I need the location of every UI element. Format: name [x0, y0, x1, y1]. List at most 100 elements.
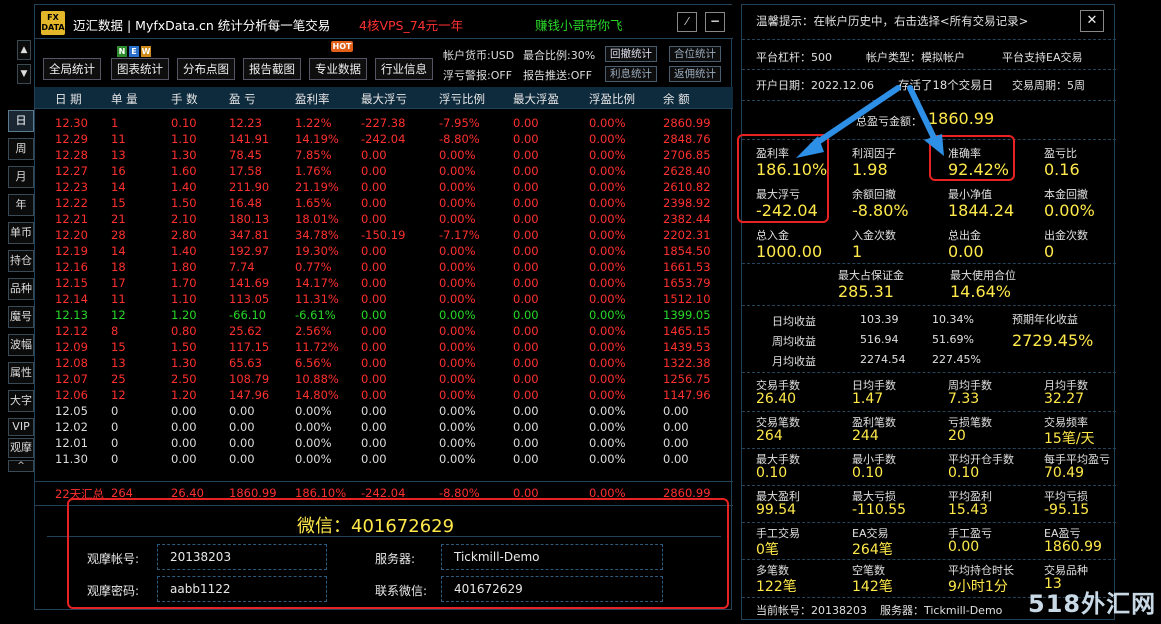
table-cell: 0.00 — [171, 404, 197, 418]
table-cell: 0.00 — [361, 388, 387, 402]
table-cell: 78.45 — [229, 148, 262, 162]
column-header[interactable]: 盈 亏 — [229, 91, 256, 107]
avg-value: 227.45% — [932, 353, 981, 366]
table-cell: 15 — [111, 340, 126, 354]
distribution-chart-button[interactable]: 分布点图 — [177, 58, 235, 80]
sidebar-item-volatility[interactable]: 波幅 — [8, 334, 34, 356]
table-cell: -6.61% — [295, 308, 336, 322]
chart-stats-button[interactable]: 图表统计 — [111, 58, 169, 80]
column-header[interactable]: 最大浮亏 — [361, 91, 407, 107]
position-stats-button[interactable]: 合位统计 — [669, 46, 721, 62]
stat-value: 9小时1分 — [948, 579, 1008, 595]
stat-value: 1.47 — [852, 391, 884, 407]
stat-value: 26.40 — [756, 391, 797, 407]
column-header[interactable]: 单 量 — [111, 91, 138, 107]
global-stats-button[interactable]: 全局统计 — [43, 58, 101, 80]
table-cell: 18.01% — [295, 212, 339, 226]
column-header[interactable]: 浮盈比例 — [589, 91, 635, 107]
column-header[interactable]: 浮亏比例 — [439, 91, 485, 107]
column-header[interactable]: 日 期 — [55, 91, 82, 107]
table-cell: 14.17% — [295, 276, 339, 290]
stat-label: 总出金 — [948, 229, 981, 242]
table-row[interactable]: 12.16 18 1.80 7.74 0.77% 0.00 0.00% 0.00 0.00% 16… — [35, 259, 733, 275]
table-row[interactable]: 12.15 17 1.70 141.69 14.17% 0.00 0.00% 0.00 0.00… — [35, 275, 733, 291]
table-cell: 0.00% — [589, 148, 626, 162]
table-cell: 1512.10 — [663, 292, 711, 306]
table-row[interactable]: 12.05 0 0.00 0.00 0.00% 0.00 0.00% 0.00 0.00% 0.0… — [35, 403, 733, 419]
table-cell: -242.04 — [361, 132, 406, 146]
table-row[interactable]: 12.09 15 1.50 117.15 11.72% 0.00 0.00% 0.00 0.00… — [35, 339, 733, 355]
table-row[interactable]: 12.22 15 1.50 16.48 1.65% 0.00 0.00% 0.00 0.00% 2… — [35, 195, 733, 211]
rebate-stats-button[interactable]: 返佣统计 — [669, 66, 721, 82]
sidebar-item-holdings[interactable]: 持仓 — [8, 250, 34, 272]
table-cell: 1399.05 — [663, 308, 711, 322]
sidebar-item-year[interactable]: 年 — [8, 194, 34, 216]
minimize-icon[interactable]: − — [705, 12, 725, 32]
table-row[interactable]: 12.12 8 0.80 25.62 2.56% 0.00 0.00% 0.00 0.00% 14… — [35, 323, 733, 339]
table-row[interactable]: 12.20 28 2.80 347.81 34.78% -150.19 -7.17% 0.00… — [35, 227, 733, 243]
close-icon[interactable]: ✕ — [1080, 10, 1104, 32]
table-cell: 8 — [111, 324, 119, 338]
table-row[interactable]: 12.29 11 1.10 141.91 14.19% -242.04 -8.80% 0.00… — [35, 131, 733, 147]
table-row[interactable]: 12.08 13 1.30 65.63 6.56% 0.00 0.00% 0.00 0.00% 1… — [35, 355, 733, 371]
table-row[interactable]: 12.30 1 0.10 12.23 1.22% -227.38 -7.95% 0.00 0.0… — [35, 115, 733, 131]
column-header[interactable]: 盈利率 — [295, 91, 330, 107]
stat-value: 264 — [756, 428, 783, 444]
sidebar-item-symbol[interactable]: 品种 — [8, 278, 34, 300]
table-cell: 0.00 — [513, 116, 539, 130]
table-row[interactable]: 12.06 12 1.20 147.96 14.80% 0.00 0.00% 0.00 0.00… — [35, 387, 733, 403]
sidebar-item-bigfont[interactable]: 大字 — [8, 390, 34, 412]
table-row[interactable]: 12.13 12 1.20 -66.10 -6.61% 0.00 0.00% 0.00 0.00… — [35, 307, 733, 323]
table-cell: 0.00 — [361, 356, 387, 370]
leverage: 平台杠杆：500 — [756, 51, 832, 64]
table-row[interactable]: 12.21 21 2.10 180.13 18.01% 0.00 0.00% 0.00 0.00… — [35, 211, 733, 227]
sidebar-item-attribute[interactable]: 属性 — [8, 362, 34, 384]
report-screenshot-button[interactable]: 报告截图 — [243, 58, 301, 80]
sidebar-item-week[interactable]: 周 — [8, 138, 34, 160]
stat-value: 1000.00 — [756, 242, 823, 261]
scroll-down-arrow[interactable]: ▼ — [17, 64, 31, 84]
table-cell: 0.00% — [589, 196, 626, 210]
table-row[interactable]: 12.14 11 1.10 113.05 11.31% 0.00 0.00% 0.00 0.00… — [35, 291, 733, 307]
table-row[interactable]: 12.01 0 0.00 0.00 0.00% 0.00 0.00% 0.00 0.00% 0.0… — [35, 435, 733, 451]
sidebar-item-magic[interactable]: 魔号 — [8, 306, 34, 328]
promo-ad-link[interactable]: 赚钱小哥带你飞 — [535, 15, 623, 34]
column-header[interactable]: 手 数 — [171, 91, 198, 107]
edit-icon[interactable]: ⁄ — [677, 12, 697, 32]
avg-value: 51.69% — [932, 333, 974, 346]
sidebar-item-vip[interactable]: VIP — [8, 418, 34, 436]
interest-stats-button[interactable]: 利息统计 — [605, 66, 657, 82]
drawdown-stats-button[interactable]: 回撤统计 — [605, 46, 657, 62]
currency-info: 帐户货币:USD — [443, 49, 515, 62]
stat-value: 1860.99 — [1044, 539, 1102, 555]
table-cell: 1661.53 — [663, 260, 711, 274]
column-header[interactable]: 最大浮盈 — [513, 91, 559, 107]
table-cell: 12.30 — [55, 116, 88, 130]
table-row[interactable]: 12.07 25 2.50 108.79 10.88% 0.00 0.00% 0.00 0.00… — [35, 371, 733, 387]
ea-support: 平台支持EA交易 — [1002, 51, 1083, 64]
stat-value: 0.00% — [1044, 201, 1095, 220]
table-row[interactable]: 12.02 0 0.00 0.00 0.00% 0.00 0.00% 0.00 0.00% 0.0… — [35, 419, 733, 435]
sidebar-item-collapse[interactable]: ^ — [8, 460, 34, 472]
pro-data-button[interactable]: 专业数据 — [309, 58, 367, 80]
stat-value: 20 — [948, 428, 966, 444]
table-cell: 12.07 — [55, 372, 88, 386]
scroll-up-arrow[interactable]: ▲ — [17, 40, 31, 60]
industry-info-button[interactable]: 行业信息 — [375, 58, 433, 80]
sidebar-item-observe[interactable]: 观摩 — [8, 438, 34, 458]
table-cell: 11.72% — [295, 340, 339, 354]
table-cell: 2.50 — [171, 372, 197, 386]
table-row[interactable]: 12.27 16 1.60 17.58 1.76% 0.00 0.00% 0.00 0.00% 2… — [35, 163, 733, 179]
table-row[interactable]: 12.23 14 1.40 211.90 21.19% 0.00 0.00% 0.00 0.00… — [35, 179, 733, 195]
vps-ad-link[interactable]: 4核VPS_74元一年 — [359, 15, 463, 34]
table-cell: 0.00 — [361, 180, 387, 194]
sidebar-item-month[interactable]: 月 — [8, 166, 34, 188]
table-row[interactable]: 12.19 14 1.40 192.97 19.30% 0.00 0.00% 0.00 0.00… — [35, 243, 733, 259]
table-cell: 0.00 — [513, 340, 539, 354]
account-type: 帐户类型：模拟帐户 — [866, 51, 965, 64]
sidebar-item-currency[interactable]: 单币 — [8, 222, 34, 244]
column-header[interactable]: 余 额 — [663, 91, 690, 107]
table-row[interactable]: 12.28 13 1.30 78.45 7.85% 0.00 0.00% 0.00 0.00% 2… — [35, 147, 733, 163]
table-row[interactable]: 11.30 0 0.00 0.00 0.00% 0.00 0.00% 0.00 0.00% 0.0… — [35, 451, 733, 467]
sidebar-item-day[interactable]: 日 — [8, 110, 34, 132]
